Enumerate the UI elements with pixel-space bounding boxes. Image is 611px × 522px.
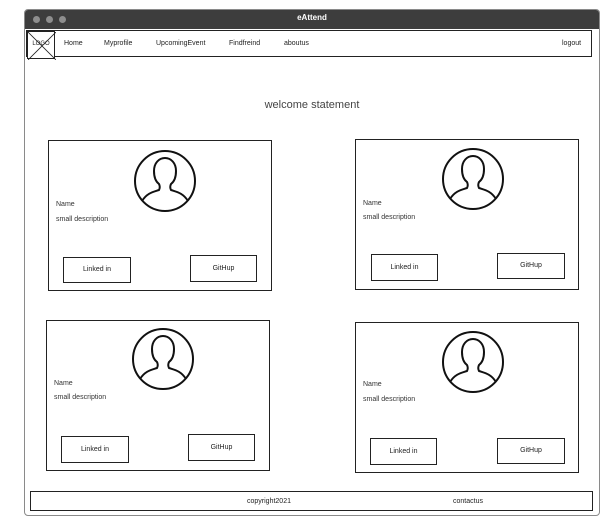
logo-text: LOGO <box>32 41 50 47</box>
linkedin-button[interactable]: Linked in <box>370 438 437 465</box>
nav-item-home[interactable]: Home <box>64 40 83 47</box>
profile-card: Name small description Linked in GitHup <box>355 139 579 290</box>
user-avatar-icon <box>134 150 196 212</box>
github-button[interactable]: GitHup <box>190 255 257 282</box>
app-window: eAttend LOGO Home Myprofile UpcomingEven… <box>24 9 600 516</box>
linkedin-button[interactable]: Linked in <box>61 436 129 463</box>
linkedin-button[interactable]: Linked in <box>371 254 438 281</box>
card-description: small description <box>363 396 416 403</box>
nav-item-about-us[interactable]: aboutus <box>284 40 309 47</box>
welcome-statement: welcome statement <box>264 99 360 111</box>
user-avatar-icon <box>442 148 504 210</box>
user-avatar-icon <box>132 328 194 390</box>
github-button[interactable]: GitHup <box>188 434 255 461</box>
profile-card: Name small description Linked in GitHup <box>48 140 272 291</box>
linkedin-button[interactable]: Linked in <box>63 257 131 283</box>
footer: copyright2021 contactus <box>30 491 593 511</box>
nav-bar: LOGO Home Myprofile UpcomingEvent Findfr… <box>26 30 592 60</box>
nav-item-upcoming-event[interactable]: UpcomingEvent <box>156 40 205 47</box>
card-name: Name <box>54 380 73 387</box>
profile-card: Name small description Linked in GitHup <box>46 320 270 471</box>
title-bar: eAttend <box>25 10 599 29</box>
copyright-text: copyright2021 <box>247 498 291 505</box>
logout-link[interactable]: logout <box>562 40 581 47</box>
card-name: Name <box>56 201 75 208</box>
profile-card: Name small description Linked in GitHup <box>355 322 579 473</box>
nav-item-myprofile[interactable]: Myprofile <box>104 40 132 47</box>
github-button[interactable]: GitHup <box>497 438 565 464</box>
card-name: Name <box>363 381 382 388</box>
logo[interactable]: LOGO <box>27 31 56 60</box>
user-avatar-icon <box>442 331 504 393</box>
card-description: small description <box>363 214 416 221</box>
window-title: eAttend <box>297 13 327 22</box>
card-name: Name <box>363 200 382 207</box>
card-description: small description <box>54 394 107 401</box>
card-description: small description <box>56 216 109 223</box>
contact-us-link[interactable]: contactus <box>453 498 483 505</box>
nav-item-find-friend[interactable]: Findfreind <box>229 40 260 47</box>
github-button[interactable]: GitHup <box>497 253 565 279</box>
